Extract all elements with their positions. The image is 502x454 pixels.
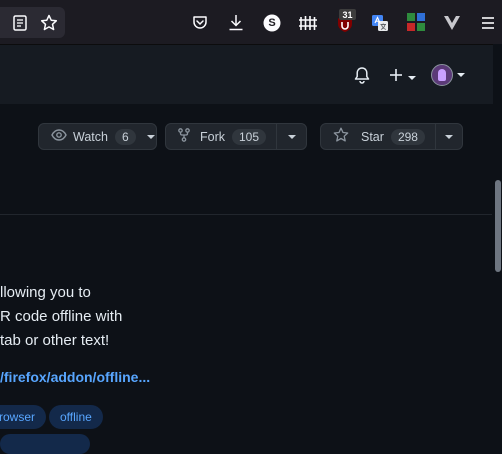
s-extension-icon[interactable]: S: [262, 13, 282, 33]
ublock-badge: 31: [339, 9, 356, 20]
avatar: [431, 64, 453, 86]
star-count: 298: [390, 128, 425, 145]
section-divider: [0, 214, 492, 215]
description-line: tab or other text!: [0, 332, 110, 349]
fork-button-group: Fork 105: [165, 123, 307, 150]
fork-count: 105: [232, 128, 267, 145]
watch-label: Watch: [73, 129, 108, 144]
watch-button-group: Watch 6: [38, 123, 157, 150]
plus-icon: [388, 67, 404, 88]
chevron-down-icon: [146, 134, 155, 139]
watch-dropdown[interactable]: [146, 124, 156, 149]
topic-tag[interactable]: rowser: [0, 405, 47, 429]
scrollbar-thumb[interactable]: [495, 180, 501, 272]
watch-button[interactable]: Watch 6: [39, 124, 146, 149]
description-line: R code offline with: [0, 308, 123, 325]
bookmark-star-icon[interactable]: [39, 13, 59, 33]
repo-description: llowing you to R code offline with tab o…: [0, 281, 200, 353]
star-dropdown[interactable]: [434, 124, 462, 149]
watch-count: 6: [114, 128, 136, 145]
translate-icon[interactable]: [370, 13, 390, 33]
topic-tag[interactable]: offline: [49, 405, 103, 429]
star-button[interactable]: Star 298: [321, 124, 435, 149]
star-icon: [333, 127, 355, 146]
chevron-down-icon: [457, 73, 465, 77]
pocket-icon[interactable]: [190, 13, 210, 33]
chevron-down-icon: [408, 75, 416, 80]
user-menu-button[interactable]: [431, 64, 465, 86]
site-header: [0, 45, 502, 104]
fork-icon: [178, 128, 196, 145]
vivaldi-v-icon[interactable]: [442, 13, 462, 33]
tiles-extension-icon[interactable]: [406, 12, 426, 32]
repo-homepage-link[interactable]: /firefox/addon/offline...: [0, 369, 150, 385]
menu-icon[interactable]: [478, 13, 498, 33]
s-extension-letter: S: [268, 17, 276, 29]
chevron-down-icon: [287, 134, 296, 139]
fork-button[interactable]: Fork 105: [166, 124, 276, 149]
downloads-icon[interactable]: [226, 12, 246, 32]
notifications-bell-icon: [353, 66, 371, 89]
chevron-down-icon: [444, 134, 453, 139]
star-label: Star: [361, 129, 384, 144]
fence-extension-icon[interactable]: [298, 13, 318, 33]
create-new-button[interactable]: [388, 67, 416, 88]
reader-view-icon[interactable]: [11, 14, 29, 32]
fork-dropdown[interactable]: [276, 124, 306, 149]
topic-tag[interactable]: [0, 434, 90, 454]
fork-label: Fork: [200, 129, 225, 144]
notifications-button[interactable]: [353, 66, 371, 89]
browser-toolbar: [0, 0, 502, 45]
description-line: llowing you to: [0, 284, 91, 301]
star-button-group: Star 298: [320, 123, 463, 150]
eye-icon: [51, 129, 73, 144]
